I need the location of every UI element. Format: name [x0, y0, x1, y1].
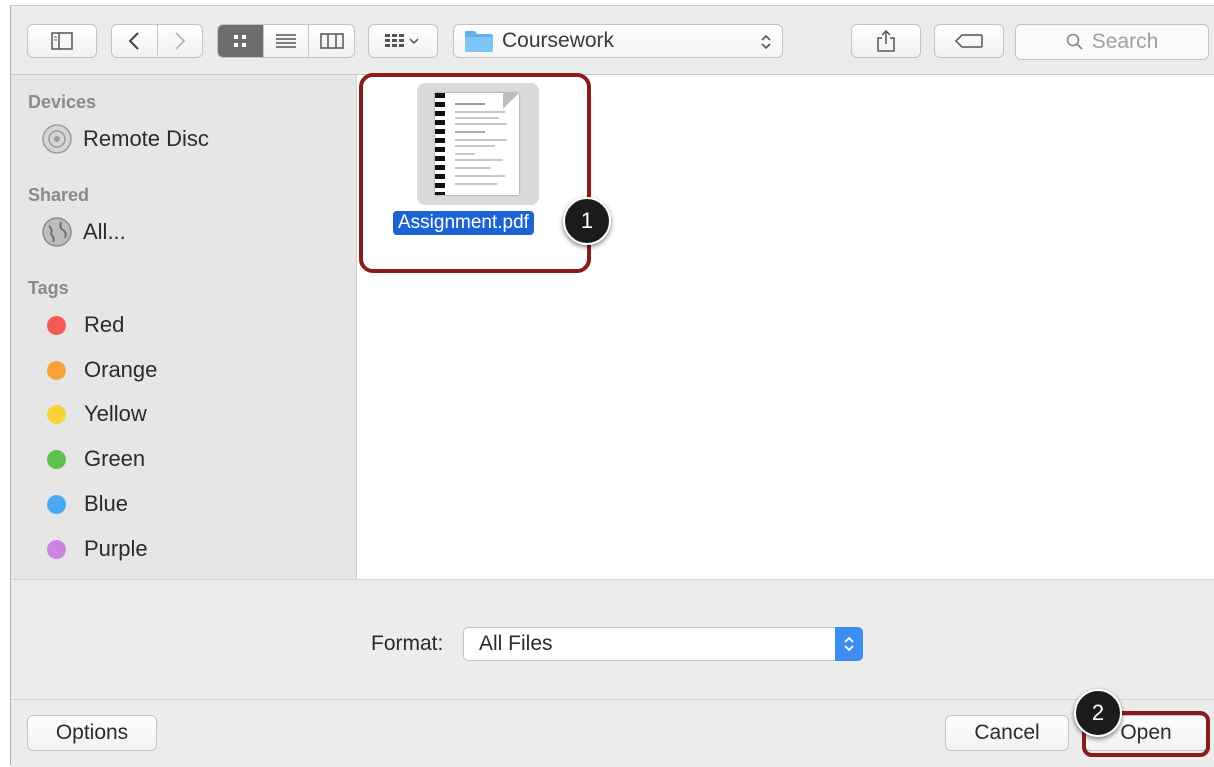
- icon-view-icon: [234, 35, 247, 47]
- tags-heading: Tags: [28, 278, 69, 298]
- sidebar-item-label: Purple: [84, 536, 148, 561]
- back-icon: [128, 32, 139, 50]
- search-placeholder: Search: [1091, 30, 1159, 53]
- open-file-dialog: Coursework Search Devices Remote Disc Sh…: [10, 5, 1214, 767]
- toolbar: Coursework Search: [11, 6, 1214, 75]
- annotation-highlight-file: [359, 73, 591, 273]
- share-button[interactable]: [851, 24, 921, 58]
- sidebar-item-tag-orange[interactable]: Orange: [47, 355, 157, 385]
- column-view-button[interactable]: [309, 25, 354, 57]
- sidebar-toggle-button[interactable]: [27, 24, 97, 58]
- list-view-icon: [276, 34, 296, 48]
- forward-button[interactable]: [158, 25, 203, 57]
- column-view-icon: [319, 33, 344, 49]
- path-popup[interactable]: Coursework: [453, 24, 783, 58]
- search-field[interactable]: Search: [1015, 24, 1209, 60]
- sidebar-item-label: Green: [84, 446, 146, 471]
- callout-badge-1: 1: [563, 197, 611, 245]
- arrange-button[interactable]: [368, 24, 438, 58]
- shared-heading: Shared: [28, 185, 90, 205]
- back-button[interactable]: [112, 25, 158, 57]
- back-forward-group: [111, 24, 203, 58]
- sidebar-item-tag-purple[interactable]: Purple: [47, 534, 148, 564]
- tag-icon: [954, 34, 983, 48]
- sidebar-item-tag-yellow[interactable]: Yellow: [47, 399, 147, 429]
- sidebar-toggle-icon: [51, 32, 73, 50]
- forward-icon: [175, 32, 186, 50]
- tag-color-dot: [47, 315, 66, 335]
- sidebar-item-label: All...: [83, 219, 126, 244]
- format-bar: Format: All Files: [11, 579, 1214, 700]
- sidebar-item-remote-disc[interactable]: Remote Disc: [41, 123, 209, 155]
- tag-color-dot: [47, 449, 66, 469]
- search-icon: [1066, 33, 1083, 50]
- path-label: Coursework: [502, 29, 615, 52]
- tag-color-dot: [47, 360, 66, 380]
- tag-color-dot: [47, 404, 66, 424]
- format-value: All Files: [479, 632, 553, 655]
- sidebar: Devices Remote Disc Shared All... Tags R…: [11, 75, 357, 579]
- folder-icon: [465, 31, 493, 52]
- callout-badge-2: 2: [1074, 689, 1122, 737]
- sidebar-item-tag-green[interactable]: Green: [47, 444, 145, 474]
- network-icon: [41, 216, 73, 248]
- sidebar-item-tag-blue[interactable]: Blue: [47, 489, 128, 519]
- list-view-button[interactable]: [264, 25, 310, 57]
- icon-view-button[interactable]: [218, 25, 264, 57]
- view-mode-group: [217, 24, 355, 58]
- arrange-icon: [385, 34, 419, 47]
- format-select[interactable]: All Files: [463, 627, 863, 661]
- bottom-bar: Options Cancel Open 2: [11, 689, 1214, 767]
- sidebar-item-label: Blue: [84, 491, 129, 516]
- options-button[interactable]: Options: [27, 715, 157, 751]
- cancel-button[interactable]: Cancel: [945, 715, 1069, 751]
- sidebar-item-tag-red[interactable]: Red: [47, 310, 124, 340]
- tag-button[interactable]: [934, 24, 1004, 58]
- tag-color-dot: [47, 494, 66, 514]
- disc-icon: [41, 123, 73, 155]
- sidebar-item-label: Orange: [84, 357, 158, 382]
- file-browser-area: Assignment.pdf 1: [357, 73, 1214, 579]
- tag-color-dot: [47, 539, 66, 559]
- chevron-up-down-icon: [761, 34, 771, 50]
- sidebar-item-label: Yellow: [84, 401, 147, 426]
- format-label: Format:: [371, 632, 444, 655]
- sidebar-item-all-shared[interactable]: All...: [41, 216, 126, 248]
- chevron-up-down-icon: [835, 627, 863, 661]
- share-icon: [877, 29, 895, 52]
- sidebar-item-label: Remote Disc: [83, 126, 209, 151]
- devices-heading: Devices: [28, 92, 97, 112]
- sidebar-item-label: Red: [84, 312, 125, 337]
